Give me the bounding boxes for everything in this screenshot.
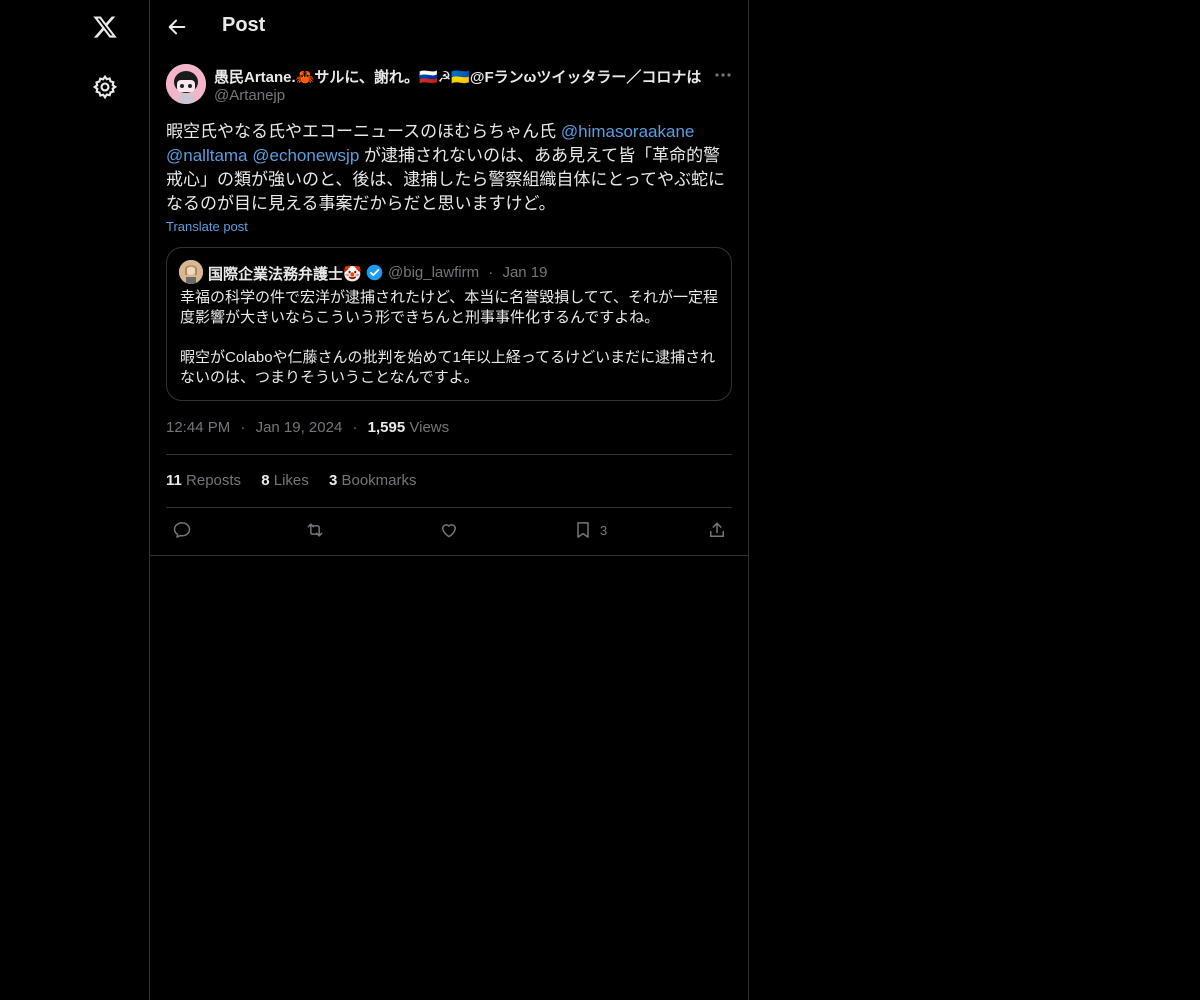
post-text-part: 暇空氏やなる氏やエコーニュースのほむらちゃん氏 [166, 122, 561, 141]
divider [166, 454, 732, 455]
reposts-count: 11 [166, 472, 182, 489]
separator-dot: · [488, 264, 494, 281]
author-handle[interactable]: @Artanejp [214, 87, 285, 104]
quoted-text: 幸福の科学の件で宏洋が逮捕されたけど、本当に名誉毀損してて、それが一定程度影響が… [180, 289, 719, 386]
quoted-post[interactable]: 国際企業法務弁護士🤡 @big_lawfirm · Jan 19 幸福の科学の件… [166, 247, 732, 401]
post-time[interactable]: 12:44 PM [166, 419, 230, 436]
quoted-avatar[interactable] [179, 260, 203, 284]
post-meta: 12:44 PM · Jan 19, 2024 · 1,595 Views [166, 419, 449, 436]
separator-dot: · [240, 419, 246, 436]
divider [150, 555, 748, 556]
reply-icon[interactable] [172, 519, 192, 541]
x-logo-icon[interactable] [90, 12, 120, 42]
verified-badge-icon [366, 264, 383, 281]
repost-icon[interactable] [305, 519, 325, 541]
likes-count: 8 [261, 472, 270, 489]
mention-link[interactable]: @echonewsjp [252, 146, 359, 165]
views-label: Views [409, 419, 450, 436]
arrow-left-icon[interactable] [166, 16, 188, 38]
bookmarks-count: 3 [328, 472, 338, 489]
reposts-stat[interactable]: 11 Reposts [166, 472, 241, 489]
quoted-meta: @big_lawfirm · Jan 19 [388, 264, 547, 281]
likes-stat[interactable]: 8 Likes [261, 472, 309, 489]
post-stats: 11 Reposts 8 Likes 3 Bookmarks [166, 472, 433, 489]
avatar[interactable] [166, 64, 206, 104]
bookmark-icon [573, 520, 593, 540]
quoted-author-name: 国際企業法務弁護士🤡 [208, 266, 362, 283]
bookmark-button[interactable]: 3 [573, 519, 607, 541]
translate-link[interactable]: Translate post [166, 219, 248, 234]
quoted-date: Jan 19 [502, 264, 548, 281]
left-navigation [0, 0, 150, 1000]
ellipsis-icon[interactable] [714, 66, 732, 84]
views-count: 1,595 [367, 419, 406, 436]
share-icon[interactable] [707, 519, 727, 541]
bookmark-count: 3 [600, 522, 608, 538]
divider [166, 507, 732, 508]
main-column: Post 愚民Artane.🦀サルに、謝れ。🇷🇺☭🇺🇦@Fランωツイッタラー／コ… [149, 0, 749, 1000]
bookmarks-label: Bookmarks [341, 472, 417, 489]
post-text: 暇空氏やなる氏やエコーニュースのほむらちゃん氏 @himasoraakane @… [166, 120, 732, 216]
heart-icon[interactable] [439, 519, 459, 541]
mention-link[interactable]: @nalltama [166, 146, 248, 165]
bookmarks-stat[interactable]: 3 Bookmarks [329, 472, 417, 489]
separator-dot: · [352, 419, 358, 436]
likes-label: Likes [273, 472, 309, 489]
action-bar: 3 [166, 519, 732, 541]
quoted-author-handle: @big_lawfirm [388, 264, 480, 281]
page-title: Post [222, 14, 266, 36]
gear-icon[interactable] [92, 74, 118, 100]
reposts-label: Reposts [186, 472, 242, 489]
author-name[interactable]: 愚民Artane.🦀サルに、謝れ。🇷🇺☭🇺🇦@Fランωツイッタラー／コロナは [214, 66, 706, 87]
mention-link[interactable]: @himasoraakane [561, 122, 695, 141]
post-date[interactable]: Jan 19, 2024 [256, 419, 343, 436]
page-header: Post [150, 0, 748, 53]
